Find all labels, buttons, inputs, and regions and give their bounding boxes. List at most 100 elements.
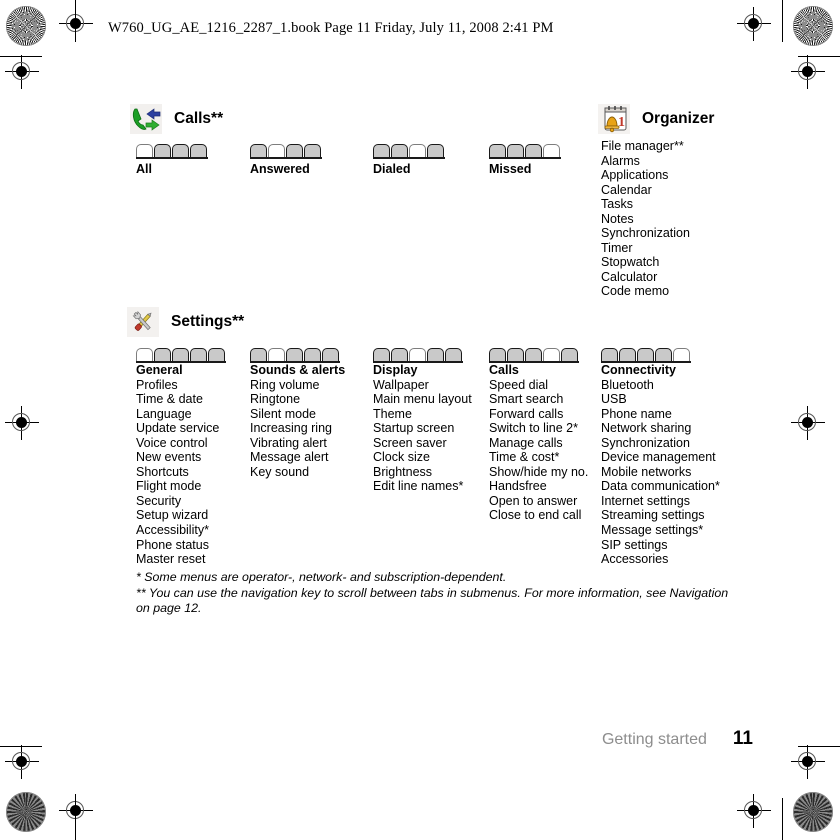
calls-answered-tab-2-selected[interactable] [268, 144, 285, 157]
list-item[interactable]: Shortcuts [136, 465, 219, 480]
calls-answered-tab-1[interactable] [250, 144, 267, 157]
calls-dialed-tab-3-selected[interactable] [409, 144, 426, 157]
calls-missed-tab-1[interactable] [489, 144, 506, 157]
settings-general-tab-3[interactable] [172, 348, 189, 361]
settings-calls-tab-5[interactable] [561, 348, 578, 361]
list-item[interactable]: Streaming settings [601, 508, 720, 523]
list-item[interactable]: Ring volume [250, 378, 345, 393]
list-item[interactable]: Accessibility* [136, 523, 219, 538]
calls-missed-tab-3[interactable] [525, 144, 542, 157]
list-item[interactable]: Main menu layout [373, 392, 472, 407]
settings-connectivity-tab-3[interactable] [637, 348, 654, 361]
settings-display-tab-3-selected[interactable] [409, 348, 426, 361]
list-item[interactable]: Synchronization [601, 436, 720, 451]
settings-connectivity-tab-2[interactable] [619, 348, 636, 361]
list-item[interactable]: Close to end call [489, 508, 588, 523]
settings-sounds-alerts-tab-5[interactable] [322, 348, 339, 361]
list-item[interactable]: USB [601, 392, 720, 407]
list-item[interactable]: Stopwatch [601, 255, 690, 270]
list-item[interactable]: Applications [601, 168, 690, 183]
settings-connectivity-tab-4[interactable] [655, 348, 672, 361]
list-item[interactable]: Handsfree [489, 479, 588, 494]
list-item[interactable]: Notes [601, 212, 690, 227]
list-item[interactable]: Switch to line 2* [489, 421, 588, 436]
list-item[interactable]: Language [136, 407, 219, 422]
list-item[interactable]: Mobile networks [601, 465, 720, 480]
list-item[interactable]: Synchronization [601, 226, 690, 241]
list-item[interactable]: Bluetooth [601, 378, 720, 393]
list-item[interactable]: Code memo [601, 284, 690, 299]
list-item[interactable]: Screen saver [373, 436, 472, 451]
list-item[interactable]: Internet settings [601, 494, 720, 509]
settings-display-tab-2[interactable] [391, 348, 408, 361]
list-item[interactable]: File manager** [601, 139, 690, 154]
list-item[interactable]: Time & cost* [489, 450, 588, 465]
list-item[interactable]: Speed dial [489, 378, 588, 393]
calls-dialed-tab-1[interactable] [373, 144, 390, 157]
calls-all-tab-2[interactable] [154, 144, 171, 157]
settings-connectivity-tab-5-selected[interactable] [673, 348, 690, 361]
settings-display-tab-1[interactable] [373, 348, 390, 361]
list-item[interactable]: Wallpaper [373, 378, 472, 393]
list-item[interactable]: Smart search [489, 392, 588, 407]
list-item[interactable]: Edit line names* [373, 479, 472, 494]
settings-display-tab-5[interactable] [445, 348, 462, 361]
list-item[interactable]: Setup wizard [136, 508, 219, 523]
settings-general-tab-5[interactable] [208, 348, 225, 361]
settings-connectivity-tab-1[interactable] [601, 348, 618, 361]
list-item[interactable]: Voice control [136, 436, 219, 451]
list-item[interactable]: Calculator [601, 270, 690, 285]
settings-calls-tab-2[interactable] [507, 348, 524, 361]
settings-calls-tab-3[interactable] [525, 348, 542, 361]
list-item[interactable]: Phone status [136, 538, 219, 553]
list-item[interactable]: New events [136, 450, 219, 465]
list-item[interactable]: SIP settings [601, 538, 720, 553]
list-item[interactable]: Vibrating alert [250, 436, 345, 451]
calls-missed-tab-4-selected[interactable] [543, 144, 560, 157]
calls-all-tab-4[interactable] [190, 144, 207, 157]
list-item[interactable]: Flight mode [136, 479, 219, 494]
list-item[interactable]: Forward calls [489, 407, 588, 422]
settings-calls-tab-1[interactable] [489, 348, 506, 361]
list-item[interactable]: Key sound [250, 465, 345, 480]
list-item[interactable]: Security [136, 494, 219, 509]
calls-dialed-tab-2[interactable] [391, 144, 408, 157]
list-item[interactable]: Ringtone [250, 392, 345, 407]
settings-general-tab-2[interactable] [154, 348, 171, 361]
list-item[interactable]: Startup screen [373, 421, 472, 436]
list-item[interactable]: Silent mode [250, 407, 345, 422]
calls-answered-tab-4[interactable] [304, 144, 321, 157]
list-item[interactable]: Update service [136, 421, 219, 436]
list-item[interactable]: Manage calls [489, 436, 588, 451]
settings-general-tab-4[interactable] [190, 348, 207, 361]
list-item[interactable]: Master reset [136, 552, 219, 567]
list-item[interactable]: Tasks [601, 197, 690, 212]
list-item[interactable]: Open to answer [489, 494, 588, 509]
settings-calls-tab-4-selected[interactable] [543, 348, 560, 361]
settings-sounds-alerts-tab-2-selected[interactable] [268, 348, 285, 361]
calls-all-tab-1-selected[interactable] [136, 144, 153, 157]
list-item[interactable]: Theme [373, 407, 472, 422]
list-item[interactable]: Brightness [373, 465, 472, 480]
list-item[interactable]: Profiles [136, 378, 219, 393]
settings-sounds-alerts-tab-1[interactable] [250, 348, 267, 361]
list-item[interactable]: Data communication* [601, 479, 720, 494]
list-item[interactable]: Calendar [601, 183, 690, 198]
list-item[interactable]: Show/hide my no. [489, 465, 588, 480]
list-item[interactable]: Increasing ring [250, 421, 345, 436]
list-item[interactable]: Phone name [601, 407, 720, 422]
settings-general-tab-1-selected[interactable] [136, 348, 153, 361]
list-item[interactable]: Accessories [601, 552, 720, 567]
calls-all-tab-3[interactable] [172, 144, 189, 157]
calls-dialed-tab-4[interactable] [427, 144, 444, 157]
calls-answered-tab-3[interactable] [286, 144, 303, 157]
settings-display-tab-4[interactable] [427, 348, 444, 361]
list-item[interactable]: Clock size [373, 450, 472, 465]
list-item[interactable]: Time & date [136, 392, 219, 407]
settings-sounds-alerts-tab-4[interactable] [304, 348, 321, 361]
list-item[interactable]: Message settings* [601, 523, 720, 538]
list-item[interactable]: Alarms [601, 154, 690, 169]
calls-missed-tab-2[interactable] [507, 144, 524, 157]
list-item[interactable]: Message alert [250, 450, 345, 465]
list-item[interactable]: Network sharing [601, 421, 720, 436]
